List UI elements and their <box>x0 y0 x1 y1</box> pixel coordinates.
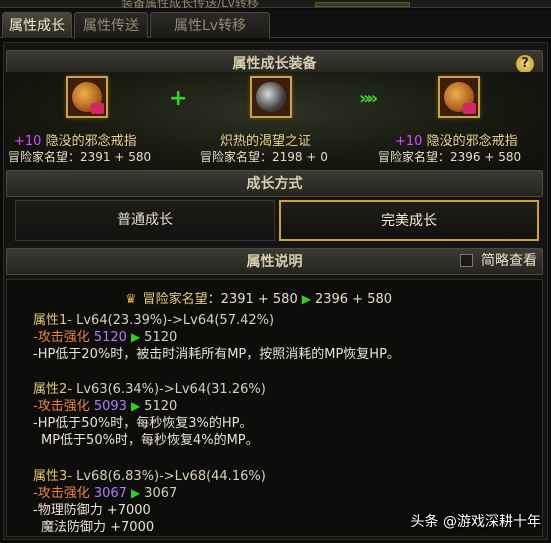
gem-icon <box>91 103 104 114</box>
right-item-slot[interactable] <box>438 76 480 118</box>
left-item-name: +10 隐没的邪念戒指 <box>14 134 137 149</box>
right-item-fame: 冒险家名望：2396 + 580 <box>378 150 522 164</box>
proof-item-icon <box>256 82 286 112</box>
left-item-slot[interactable] <box>66 76 108 118</box>
tab-attr-growth[interactable]: 属性成长 <box>2 12 72 38</box>
left-item-fame: 冒险家名望：2391 + 580 <box>8 150 152 164</box>
attribute-2: 属性2- Lv63(6.34%)->Lv64(31.26%) -攻击强化 509… <box>33 381 266 449</box>
normal-growth-button[interactable]: 普通成长 <box>15 200 275 241</box>
simple-view-checkbox[interactable] <box>460 254 473 267</box>
attr-effect: -物理防御力 +7000 <box>33 503 151 518</box>
method-section-title: 成长方式 <box>246 176 303 192</box>
help-icon[interactable]: ? <box>516 55 534 73</box>
mid-item-fame: 冒险家名望：2198 + 0 <box>200 150 328 164</box>
growth-method-group: 普通成长 完美成长 <box>6 200 543 245</box>
attr-head: 属性2- Lv63(6.34%)->Lv64(31.26%) <box>33 382 266 397</box>
perfect-growth-button[interactable]: 完美成长 <box>279 200 539 241</box>
title-progress-bar <box>315 2 410 7</box>
attr-sub: -攻击强化 5120 ▶ 5120 <box>33 330 178 345</box>
attribute-3: 属性3- Lv68(6.83%)->Lv68(44.16%) -攻击强化 306… <box>33 468 266 536</box>
gem-icon <box>463 103 476 114</box>
tab-attr-transfer[interactable]: 属性传送 <box>74 12 148 38</box>
attr-effect: MP低于50%时，每秒恢复4%的MP。 <box>41 433 259 448</box>
plus-icon: + <box>169 86 188 111</box>
attr-effect: -HP低于20%时，被击时消耗所有MP，按照消耗的MP恢复HP。 <box>33 347 400 362</box>
attr-head: 属性1- Lv64(23.39%)->Lv64(57.42%) <box>33 313 275 328</box>
watermark: 头条 @游戏深耕十年 <box>410 514 541 530</box>
arrow-right-icon: ▶ <box>130 486 141 500</box>
attr-sub: -攻击强化 3067 ▶ 3067 <box>33 486 178 501</box>
forward-arrow-icon: »» <box>359 88 378 109</box>
tab-attr-lv-transfer[interactable]: 属性Lv转移 <box>150 12 270 38</box>
attr-effect: 魔法防御力 +7000 <box>41 520 155 535</box>
attribute-1: 属性1- Lv64(23.39%)->Lv64(57.42%) -攻击强化 51… <box>33 312 400 363</box>
fame-change-line: ♛ 冒险家名望：2391 + 580 ▶ 2396 + 580 <box>125 292 393 307</box>
mid-item-name: 炽热的渴望之证 <box>220 134 312 149</box>
window-titlebar: 装备属性成长传送/Lv转移 <box>0 0 551 10</box>
simple-view-toggle[interactable]: 简略查看 <box>460 250 537 270</box>
tab-bar: 属性成长 属性传送 属性Lv转移 <box>0 10 551 38</box>
method-section-header: 成长方式 <box>6 170 543 197</box>
arrow-right-icon: ▶ <box>130 330 141 344</box>
desc-section-title: 属性说明 <box>246 254 303 270</box>
arrow-right-icon: ▶ <box>301 292 311 306</box>
attribute-description-box: ♛ 冒险家名望：2391 + 580 ▶ 2396 + 580 属性1- Lv64(2… <box>6 279 543 537</box>
equip-section-title: 属性成长装备 <box>232 56 317 72</box>
fame-icon: ♛ <box>125 292 137 307</box>
mid-item-slot[interactable] <box>250 76 292 118</box>
attr-head: 属性3- Lv68(6.83%)->Lv68(44.16%) <box>33 469 266 484</box>
arrow-right-icon: ▶ <box>130 399 141 413</box>
right-item-name: +10 隐没的邪念戒指 <box>395 134 518 149</box>
attr-sub: -攻击强化 5093 ▶ 5120 <box>33 399 178 414</box>
attr-effect: -HP低于50%时，每秒恢复3%的HP。 <box>33 416 253 431</box>
